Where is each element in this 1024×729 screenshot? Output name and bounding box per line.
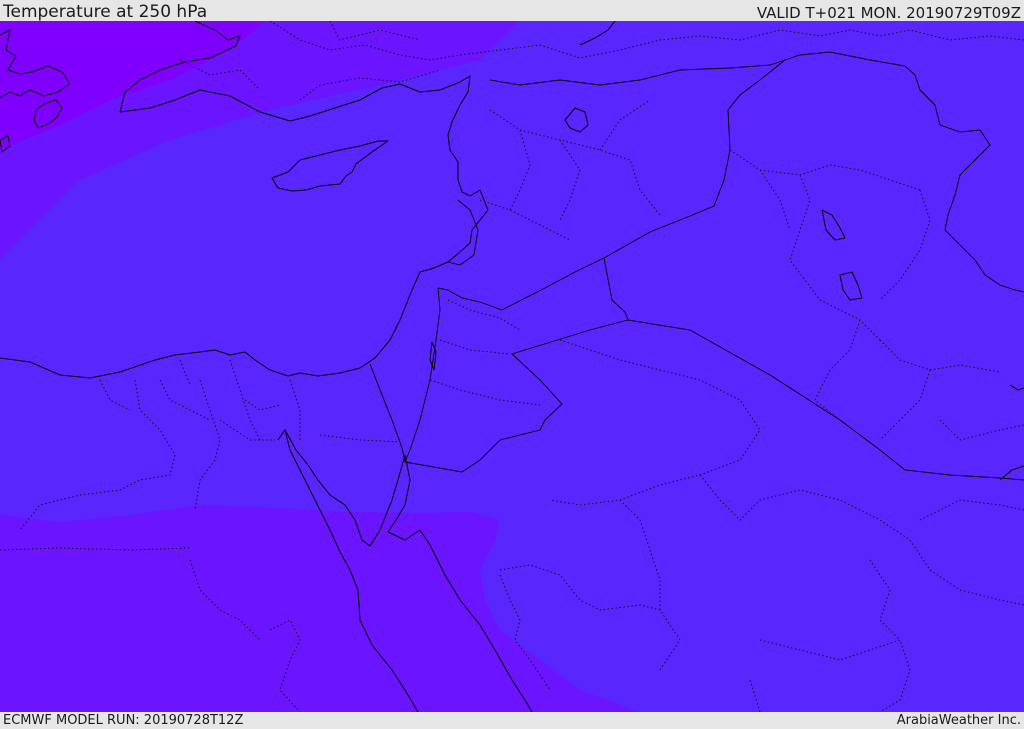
footer-bar: ECMWF MODEL RUN: 20190728T12Z ArabiaWeat… bbox=[0, 712, 1024, 729]
weather-map[interactable] bbox=[0, 21, 1024, 712]
credit-label: ArabiaWeather Inc. bbox=[896, 713, 1021, 728]
valid-time: VALID T+021 MON. 20190729T09Z bbox=[756, 4, 1021, 22]
map-title: Temperature at 250 hPa bbox=[3, 2, 208, 22]
map-canvas bbox=[0, 21, 1024, 712]
model-run-label: ECMWF MODEL RUN: 20190728T12Z bbox=[3, 713, 244, 728]
header-bar: Temperature at 250 hPa VALID T+021 MON. … bbox=[0, 0, 1024, 21]
